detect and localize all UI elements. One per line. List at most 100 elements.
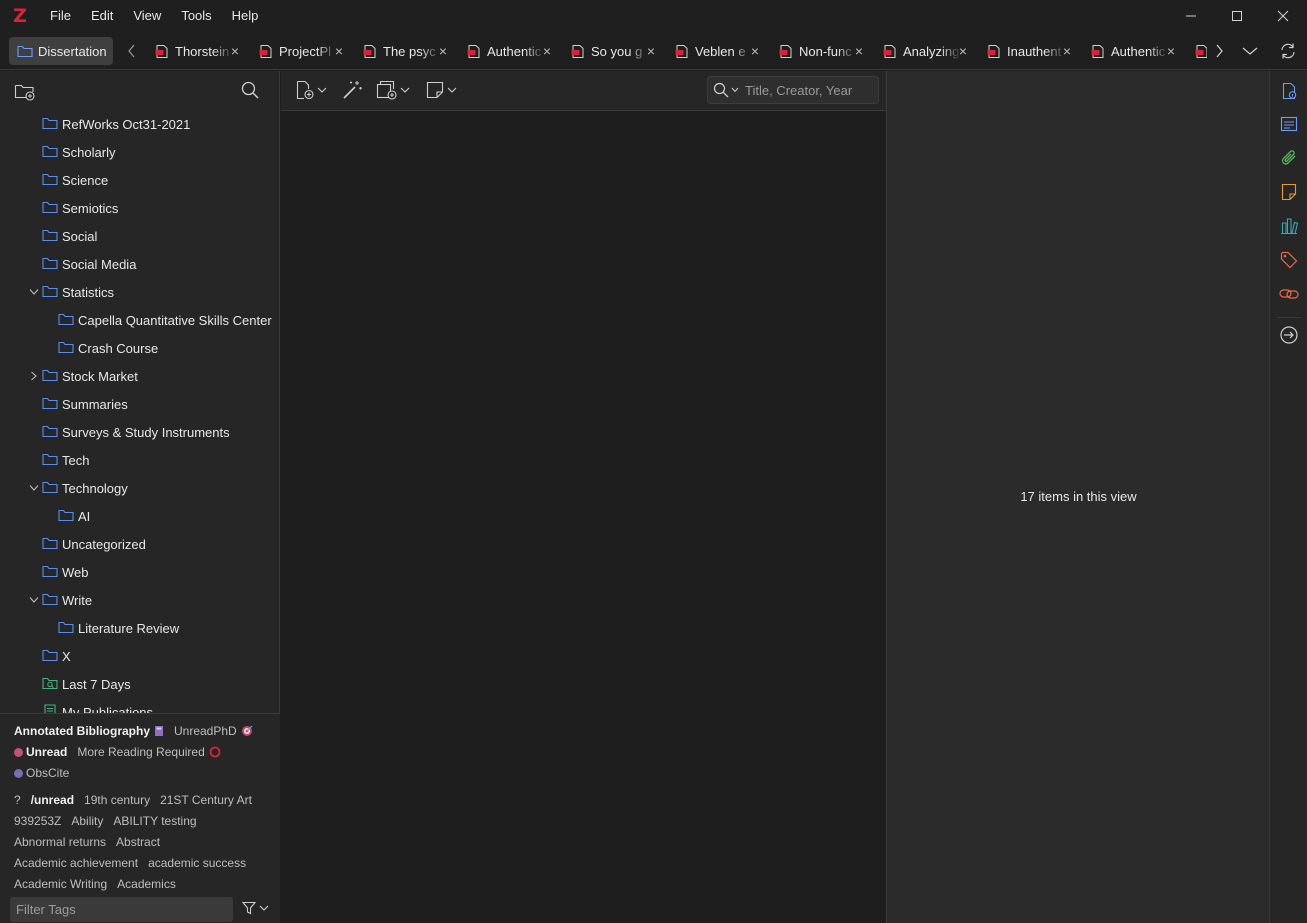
title-bar: Z File Edit View Tools Help — [0, 0, 1307, 32]
reader-tab[interactable]: The psyc — [363, 37, 441, 65]
tab-close-button[interactable]: × — [643, 37, 659, 65]
collection-row[interactable]: Science — [0, 166, 280, 194]
collection-tree[interactable]: RefWorks Oct31-2021 Scholarly Science Semio… — [0, 109, 280, 713]
collection-row[interactable]: My Publications — [0, 698, 280, 713]
tab-close-button[interactable]: × — [1163, 37, 1179, 65]
collection-row[interactable]: Crash Course — [0, 334, 280, 362]
libraries-collections-section-button[interactable] — [1279, 216, 1299, 236]
minimize-button[interactable] — [1168, 0, 1214, 32]
reader-tab[interactable]: Analyzing — [883, 37, 961, 65]
reader-tab[interactable]: Authentic — [1091, 37, 1169, 65]
items-search-input[interactable] — [745, 82, 875, 98]
sync-button[interactable] — [1277, 37, 1299, 65]
tag-item[interactable]: ObsCite — [14, 766, 69, 780]
tag-item[interactable]: ? — [14, 793, 21, 807]
tag-item[interactable]: Academic Writing — [14, 877, 107, 891]
twisty-expanded-icon[interactable] — [28, 286, 40, 298]
menu-help[interactable]: Help — [222, 0, 269, 32]
new-note-button[interactable] — [426, 79, 457, 101]
tab-close-button[interactable]: × — [331, 37, 347, 65]
tag-item[interactable]: Academic achievement — [14, 856, 138, 870]
filter-tags-input[interactable] — [16, 902, 216, 917]
tab-close-button[interactable]: × — [747, 37, 763, 65]
tab-close-button[interactable]: × — [851, 37, 867, 65]
reader-tab[interactable]: ProjectPl — [259, 37, 337, 65]
collection-row[interactable]: RefWorks Oct31-2021 — [0, 110, 280, 138]
tag-item[interactable]: /unread — [31, 793, 74, 807]
tab-close-button[interactable]: × — [227, 37, 243, 65]
reader-tab[interactable]: Inauthent — [987, 37, 1065, 65]
new-item-button[interactable] — [295, 79, 327, 101]
twisty-expanded-icon[interactable] — [28, 594, 40, 606]
tab-close-button[interactable]: × — [1059, 37, 1075, 65]
attachments-section-button[interactable] — [1279, 148, 1299, 168]
menu-file[interactable]: File — [40, 0, 81, 32]
tag-item[interactable]: Abnormal returns — [14, 835, 106, 849]
add-by-identifier-button[interactable] — [341, 79, 363, 101]
collection-row[interactable]: Write — [0, 586, 280, 614]
collection-row[interactable]: Uncategorized — [0, 530, 280, 558]
tabs-scroll-right-button[interactable] — [1208, 37, 1230, 65]
collection-row[interactable]: Semiotics — [0, 194, 280, 222]
menu-tools[interactable]: Tools — [171, 0, 221, 32]
collection-row[interactable]: Social Media — [0, 250, 280, 278]
collection-row[interactable]: Literature Review — [0, 614, 280, 642]
tag-item[interactable]: More Reading Required — [77, 745, 221, 761]
abstract-section-button[interactable] — [1279, 114, 1299, 134]
tag-item[interactable]: Ability — [71, 814, 103, 828]
twisty-collapsed-icon[interactable] — [28, 370, 40, 382]
tabs-scroll-left-button[interactable] — [121, 37, 143, 65]
collection-row[interactable]: Last 7 Days — [0, 670, 280, 698]
reader-tab[interactable]: Thorstein — [155, 37, 233, 65]
sync-icon — [1281, 43, 1295, 59]
reader-tab[interactable]: Veblen e — [675, 37, 753, 65]
related-section-button[interactable] — [1279, 284, 1299, 304]
tab-close-button[interactable]: × — [539, 37, 555, 65]
collection-row[interactable]: AI — [0, 502, 280, 530]
tag-item[interactable]: UnreadPhD — [174, 724, 253, 740]
collection-row[interactable]: Social — [0, 222, 280, 250]
reader-tab[interactable]: So you g — [571, 37, 649, 65]
tag-item[interactable]: 21ST Century Art — [160, 793, 252, 807]
collection-row[interactable]: Technology — [0, 474, 280, 502]
collection-row[interactable]: Stock Market — [0, 362, 280, 390]
menu-view[interactable]: View — [123, 0, 171, 32]
collection-row[interactable]: Statistics — [0, 278, 280, 306]
collection-search-button[interactable] — [241, 81, 259, 102]
reader-tab[interactable]: Non-func — [779, 37, 857, 65]
locate-button[interactable] — [1279, 325, 1299, 345]
tab-close-button[interactable]: × — [435, 37, 451, 65]
collection-row[interactable]: Tech — [0, 446, 280, 474]
tag-label: Abstract — [116, 835, 161, 849]
close-window-button[interactable] — [1260, 0, 1306, 32]
tags-section-button[interactable] — [1279, 250, 1299, 270]
twisty-expanded-icon[interactable] — [28, 482, 40, 494]
collection-row[interactable]: Summaries — [0, 390, 280, 418]
tag-item[interactable]: 939253Z — [14, 814, 61, 828]
tag-line: Annotated Bibliography UnreadPhD — [14, 724, 263, 740]
tag-item[interactable]: 19th century — [84, 793, 150, 807]
collection-row[interactable]: Web — [0, 558, 280, 586]
tag-item[interactable]: ABILITY testing — [113, 814, 196, 828]
add-attachment-button[interactable] — [376, 79, 410, 101]
tab-library[interactable]: Dissertation — [9, 37, 113, 65]
tag-item[interactable]: academic success — [148, 856, 246, 870]
menu-edit[interactable]: Edit — [81, 0, 123, 32]
tab-close-button[interactable]: × — [955, 37, 971, 65]
tag-item[interactable]: Abstract — [116, 835, 160, 849]
maximize-button[interactable] — [1214, 0, 1260, 32]
collection-row[interactable]: Scholarly — [0, 138, 280, 166]
tag-item[interactable]: Annotated Bibliography — [14, 724, 164, 740]
tag-item[interactable]: Unread — [14, 745, 67, 759]
collection-row[interactable]: X — [0, 642, 280, 670]
tab-list-button[interactable] — [1239, 37, 1261, 65]
collection-row[interactable]: Capella Quantitative Skills Center — [0, 306, 280, 334]
tag-actions-button[interactable] — [242, 901, 269, 915]
new-collection-button[interactable] — [14, 81, 36, 104]
collection-row[interactable]: Surveys & Study Instruments — [0, 418, 280, 446]
reader-tab[interactable]: Authentic — [467, 37, 545, 65]
tag-item[interactable]: Academics — [117, 877, 176, 891]
reader-tab-partial[interactable] — [1195, 37, 1207, 65]
notes-section-button[interactable] — [1279, 182, 1299, 202]
info-section-button[interactable] — [1279, 81, 1299, 101]
